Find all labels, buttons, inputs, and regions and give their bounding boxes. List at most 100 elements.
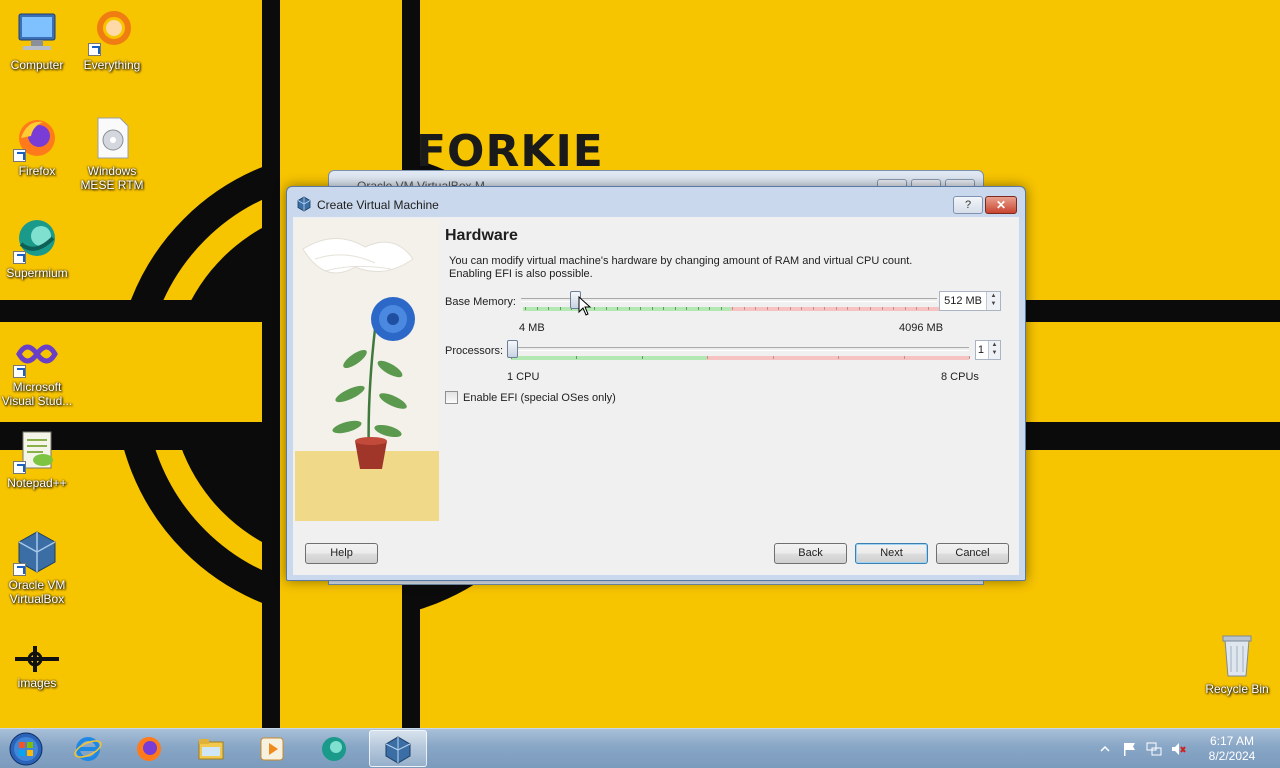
desktop-icon-label: Recycle Bin — [1205, 682, 1269, 696]
slider-tick — [674, 307, 676, 310]
desktop-icon-label: Notepad++ — [7, 476, 67, 490]
shortcut-arrow-icon — [13, 149, 26, 162]
back-button[interactable]: Back — [774, 543, 847, 564]
processors-label: Processors: — [445, 345, 504, 357]
slider-tick — [870, 307, 871, 310]
hardware-page: Hardware You can modify virtual machine'… — [445, 217, 1015, 527]
taskbar-clock[interactable]: 6:17 AM 8/2/2024 — [1196, 734, 1268, 764]
processors-spinbox[interactable]: 1 ▲ ▼ — [975, 340, 1001, 360]
dialog-titlebar[interactable]: Create Virtual Machine ? ✕ — [287, 187, 1025, 217]
virtualbox-icon — [385, 736, 411, 764]
taskbar-supermium[interactable] — [306, 730, 364, 767]
slider-tick — [801, 307, 802, 310]
taskbar-firefox[interactable] — [121, 730, 179, 767]
wizard-illustration — [295, 219, 439, 521]
desktop-icon-images[interactable]: images — [0, 644, 76, 690]
slider-tick — [824, 307, 825, 310]
everything-search-icon — [88, 8, 136, 56]
slider-tick — [663, 307, 664, 310]
desktop-icon-windows-mese[interactable]: Windows MESE RTM — [73, 114, 151, 192]
slider-tick — [686, 307, 687, 310]
internet-explorer-icon — [74, 737, 102, 761]
processors-slider-thumb[interactable] — [507, 340, 518, 358]
help-button[interactable]: Help — [305, 543, 378, 564]
page-heading: Hardware — [445, 227, 518, 244]
slider-tick — [772, 356, 774, 359]
spin-arrows-icon[interactable]: ▲ ▼ — [986, 292, 1000, 310]
base-memory-spinbox[interactable]: 512 MB ▲ ▼ — [939, 291, 1001, 311]
enable-efi-label[interactable]: Enable EFI (special OSes only) — [463, 392, 616, 404]
volume-muted-icon[interactable] — [1170, 741, 1186, 757]
base-memory-value: 512 MB — [944, 295, 982, 307]
shortcut-arrow-icon — [13, 365, 26, 378]
clock-date: 8/2/2024 — [1208, 749, 1256, 763]
cancel-button[interactable]: Cancel — [936, 543, 1009, 564]
desktop-icon-computer[interactable]: Computer — [0, 8, 76, 72]
spin-arrows-icon[interactable]: ▲ ▼ — [988, 341, 1000, 359]
slider-tick — [835, 307, 837, 310]
network-icon[interactable] — [1146, 741, 1162, 757]
slider-tick — [789, 307, 791, 310]
slider-tick — [903, 356, 905, 359]
slider-track — [509, 347, 969, 351]
desktop-icon-label: Windows MESE RTM — [80, 164, 144, 192]
slider-tick — [969, 356, 970, 359]
enable-efi-checkbox[interactable] — [445, 391, 458, 404]
slider-tick — [617, 307, 618, 310]
visual-studio-icon — [13, 330, 61, 378]
taskbar-media-player[interactable] — [244, 730, 302, 767]
slider-tick — [743, 307, 745, 310]
desktop-icon-recycle-bin[interactable]: Recycle Bin — [1198, 632, 1276, 696]
desktop-icon-notepadpp[interactable]: Notepad++ — [0, 426, 76, 490]
file-explorer-icon — [198, 739, 224, 760]
next-button[interactable]: Next — [855, 543, 928, 564]
desktop-icon-label: Firefox — [18, 164, 56, 178]
base-memory-label: Base Memory: — [445, 296, 516, 308]
slider-tick — [525, 307, 526, 310]
slider-tick — [548, 307, 549, 310]
page-description: You can modify virtual machine's hardwar… — [449, 255, 913, 280]
slider-tick — [640, 307, 641, 310]
cpu-max-label: 8 CPUs — [941, 371, 979, 383]
desktop-icon-virtualbox[interactable]: Oracle VM VirtualBox — [0, 528, 76, 606]
firefox-icon — [137, 737, 161, 761]
slider-tick — [536, 307, 538, 310]
slider-tick — [847, 307, 848, 310]
processors-slider[interactable] — [507, 340, 971, 362]
dialog-title: Create Virtual Machine — [317, 198, 439, 212]
show-hidden-icons-chevron-icon[interactable] — [1100, 744, 1110, 754]
images-logo-icon — [13, 644, 61, 674]
slider-tick — [893, 307, 894, 310]
create-vm-dialog[interactable]: Create Virtual Machine ? ✕ Hardware You … — [286, 186, 1026, 581]
virtualbox-icon — [296, 196, 312, 212]
slider-tick — [766, 307, 768, 310]
virtualbox-icon — [13, 528, 61, 576]
desktop-icon-supermium[interactable]: Supermium — [0, 216, 76, 280]
desktop-icon-label: images — [17, 676, 57, 690]
memory-max-label: 4096 MB — [899, 322, 944, 334]
slider-tick — [778, 307, 779, 310]
start-button[interactable] — [6, 731, 46, 767]
desktop-icon-label: Computer — [10, 58, 64, 72]
shortcut-arrow-icon — [13, 563, 26, 576]
taskbar-internet-explorer[interactable] — [60, 730, 118, 767]
action-center-flag-icon[interactable] — [1122, 741, 1138, 757]
dialog-body: Hardware You can modify virtual machine'… — [293, 217, 1019, 575]
desktop-icon-firefox[interactable]: Firefox — [0, 114, 76, 178]
cpu-min-label: 1 CPU — [507, 371, 540, 383]
slider-tick — [838, 356, 840, 359]
slider-tick — [707, 356, 709, 359]
desktop-icon-everything[interactable]: Everything — [73, 8, 151, 72]
media-player-icon — [260, 737, 284, 761]
taskbar: 6:17 AM 8/2/2024 — [0, 728, 1280, 768]
taskbar-virtualbox[interactable] — [369, 730, 427, 767]
taskbar-file-explorer[interactable] — [183, 730, 241, 767]
close-button[interactable]: ✕ — [985, 196, 1017, 214]
shortcut-arrow-icon — [13, 461, 26, 474]
desktop-icon-label: Oracle VM VirtualBox — [8, 578, 66, 606]
desktop-icon-visual-studio[interactable]: Microsoft Visual Stud... — [0, 330, 76, 408]
mouse-cursor-icon — [578, 295, 592, 316]
context-help-button[interactable]: ? — [953, 196, 983, 214]
slider-tick — [594, 307, 595, 310]
recycle-bin-icon — [1213, 632, 1261, 680]
